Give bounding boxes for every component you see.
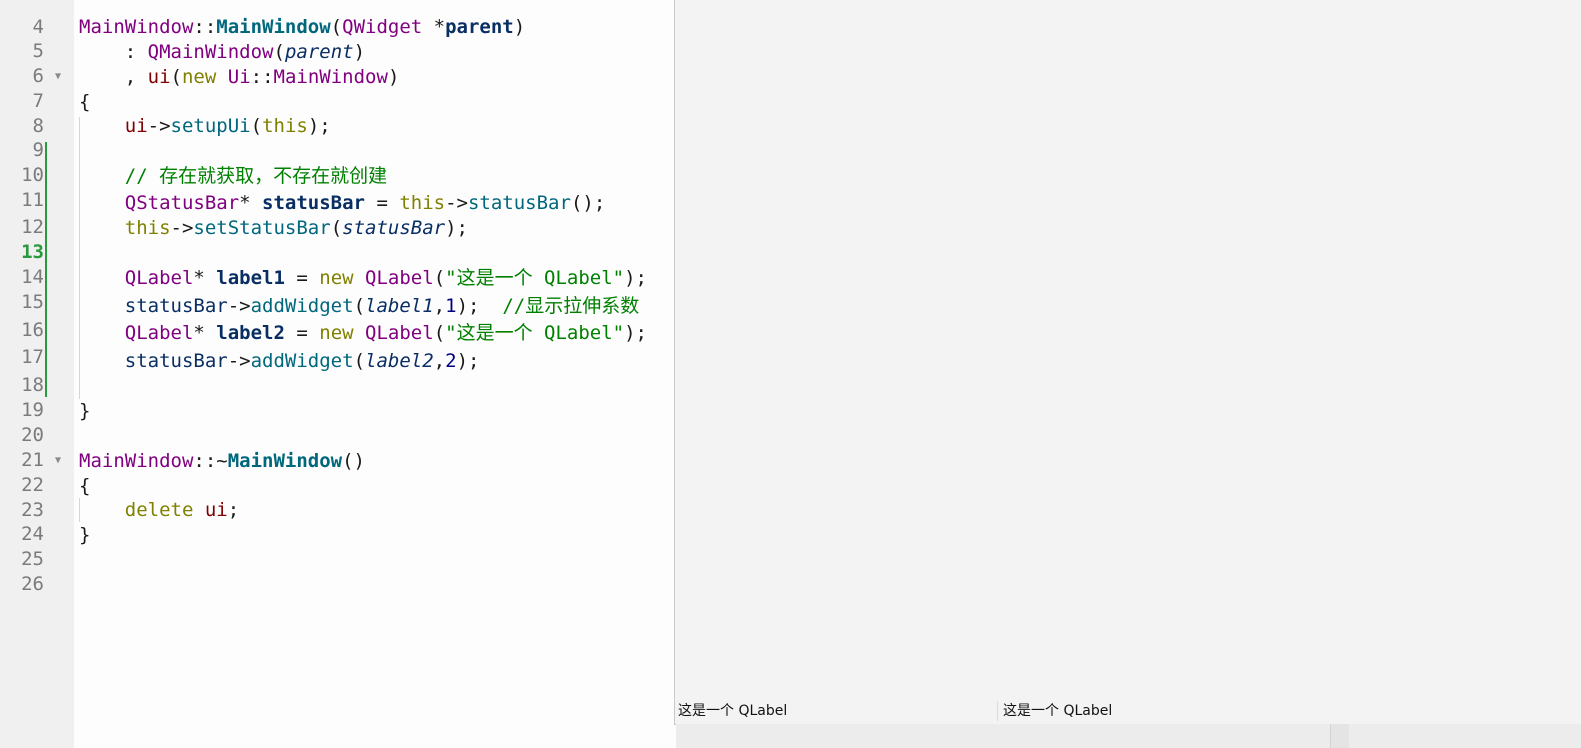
code-line[interactable]: 8 { <box>0 90 676 137</box>
code-text: { <box>79 475 91 497</box>
code-line[interactable]: 9 ui->setupUi(this); <box>0 114 676 161</box>
code-line[interactable]: 23 { <box>0 474 676 521</box>
code-line-current[interactable]: 13 this->setStatusBar(statusBar); <box>0 216 676 263</box>
line-number: 26 <box>21 573 44 595</box>
code-line[interactable]: 6 : QMainWindow(parent) <box>0 40 676 87</box>
code-line[interactable]: 24 delete ui; <box>0 498 676 545</box>
code-line[interactable]: 4 <box>0 0 676 38</box>
status-separator <box>997 701 998 721</box>
code-line[interactable]: 25 } <box>0 523 676 570</box>
fold-arrow-icon[interactable]: ▼ <box>55 65 61 89</box>
status-bar: 这是一个 QLabel 这是一个 QLabel <box>675 698 1581 724</box>
code-text: MainWindow::~MainWindow() <box>79 450 365 472</box>
code-line[interactable]: 15 QLabel* label1 = new QLabel("这是一个 QLa… <box>0 266 676 313</box>
code-line[interactable]: 16 statusBar->addWidget(label1,1); //显示拉… <box>0 294 676 341</box>
code-text: QLabel* label2 = new QLabel("这是一个 QLabel… <box>124 322 647 344</box>
code-text: } <box>79 400 91 422</box>
status-label-2: 这是一个 QLabel <box>1003 703 1113 719</box>
status-label-1: 这是一个 QLabel <box>678 703 788 719</box>
fold-arrow-icon[interactable]: ▼ <box>55 449 61 473</box>
code-text: } <box>79 524 91 546</box>
code-line[interactable]: 22 ▼ MainWindow::~MainWindow() <box>0 449 676 496</box>
code-line[interactable]: 10 <box>0 139 676 186</box>
background-strip <box>676 724 1581 748</box>
code-line[interactable]: 17 QLabel* label2 = new QLabel("这是一个 QLa… <box>0 321 676 368</box>
code-editor[interactable]: 4 5 MainWindow::MainWindow(QWidget *pare… <box>0 0 676 748</box>
code-text: , ui(new Ui::MainWindow) <box>79 66 400 88</box>
code-line[interactable]: 18 statusBar->addWidget(label2,2); <box>0 349 676 396</box>
code-line[interactable]: 21 <box>0 424 676 471</box>
code-text: QLabel* label1 = new QLabel("这是一个 QLabel… <box>124 267 647 289</box>
code-line[interactable]: 5 MainWindow::MainWindow(QWidget *parent… <box>0 15 676 62</box>
code-line[interactable]: 20 } <box>0 399 676 446</box>
code-line[interactable]: 26 <box>0 548 676 595</box>
running-app-window[interactable]: 这是一个 QLabel 这是一个 QLabel <box>674 0 1581 725</box>
code-text: { <box>79 91 91 113</box>
background-strip-divider <box>1330 724 1349 748</box>
code-text: MainWindow::MainWindow(QWidget *parent) <box>79 16 526 38</box>
code-text: this->setStatusBar(statusBar); <box>124 217 468 239</box>
code-line[interactable]: 19 <box>0 374 676 421</box>
code-text: statusBar->addWidget(label2,2); <box>124 350 480 372</box>
code-line[interactable]: 12 QStatusBar* statusBar = this->statusB… <box>0 191 676 238</box>
code-text: delete ui; <box>124 499 240 521</box>
code-line[interactable]: 11 // 存在就获取，不存在就创建 <box>0 164 676 211</box>
code-text: ui->setupUi(this); <box>124 115 331 137</box>
code-text: statusBar->addWidget(label1,1); //显示拉伸系数 <box>124 295 640 317</box>
code-text: : QMainWindow(parent) <box>79 41 366 63</box>
code-comment: // 存在就获取，不存在就创建 <box>79 165 388 187</box>
code-line[interactable]: 14 <box>0 241 676 288</box>
code-text: QStatusBar* statusBar = this->statusBar(… <box>124 192 606 214</box>
code-line[interactable]: 7 ▼ , ui(new Ui::MainWindow) <box>0 65 676 112</box>
